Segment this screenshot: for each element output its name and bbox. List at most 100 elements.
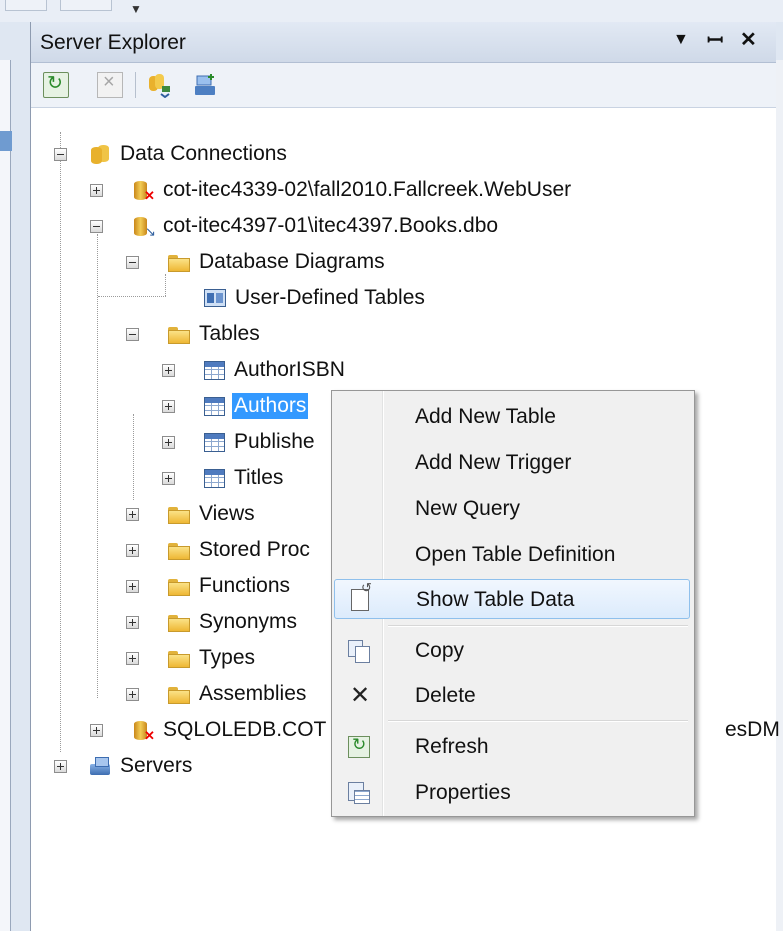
- diagram-icon: [204, 289, 226, 307]
- refresh-icon[interactable]: [43, 72, 69, 98]
- expand-toggle[interactable]: [162, 436, 175, 449]
- tree-label: Authors: [232, 393, 309, 419]
- menu-item-add-new-table[interactable]: Add New Table: [334, 397, 690, 437]
- tree-label: Database Diagrams: [199, 250, 385, 273]
- menu-item-label: Copy: [415, 639, 465, 662]
- tree-node-stored-procedures[interactable]: Stored Proc: [168, 535, 312, 565]
- menu-item-delete[interactable]: Delete: [334, 676, 690, 716]
- tree-node-connection[interactable]: cot-itec4339-02\fall2010.Fallcreek.WebUs…: [132, 175, 573, 205]
- menu-item-add-new-trigger[interactable]: Add New Trigger: [334, 443, 690, 483]
- right-dock-edge: [775, 60, 783, 931]
- show-table-data-icon: [351, 580, 372, 611]
- database-connection-error-icon: [132, 179, 155, 204]
- connect-to-database-icon[interactable]: [147, 72, 171, 99]
- tree-node-types[interactable]: Types: [168, 643, 257, 673]
- panel-title: Server Explorer: [40, 31, 186, 54]
- tree-label: cot-itec4397-01\itec4397.Books.dbo: [163, 214, 499, 237]
- toolbar-button-ghost[interactable]: [60, 0, 112, 11]
- expand-toggle[interactable]: [162, 400, 175, 413]
- context-menu: Add New Table Add New Trigger New Query …: [331, 390, 695, 817]
- menu-item-label: Show Table Data: [416, 588, 575, 611]
- tree-node-synonyms[interactable]: Synonyms: [168, 607, 299, 637]
- folder-icon: [168, 647, 190, 669]
- tree-label: Tables: [199, 322, 260, 345]
- menu-item-label: Open Table Definition: [415, 543, 616, 566]
- table-icon: [204, 432, 225, 452]
- table-icon: [204, 360, 225, 380]
- window-position-dropdown-icon[interactable]: ▼: [673, 31, 689, 49]
- delete-icon[interactable]: [97, 71, 123, 98]
- database-connection-icon: [132, 215, 156, 240]
- tree-label: Titles: [234, 466, 284, 489]
- panel-titlebar: Server Explorer ▼ ꟷ ✕: [31, 22, 776, 63]
- collapse-toggle[interactable]: [90, 220, 103, 233]
- tree-label: Functions: [199, 574, 291, 597]
- tree-node-table-selected[interactable]: Authors: [204, 391, 309, 421]
- tree-node-servers[interactable]: Servers: [89, 751, 194, 781]
- folder-icon: [168, 611, 190, 633]
- toolbar-button-ghost[interactable]: [5, 0, 47, 11]
- tree-node-database-diagrams[interactable]: Database Diagrams: [168, 247, 387, 277]
- servers-icon: [89, 755, 111, 777]
- tree-node-connection[interactable]: SQLOLEDB.COT: [132, 715, 328, 745]
- auto-hide-pin-icon[interactable]: ꟷ: [707, 26, 723, 53]
- tree-node-data-connections[interactable]: Data Connections: [89, 139, 289, 169]
- delete-icon: [348, 681, 370, 710]
- tree-node-connection[interactable]: cot-itec4397-01\itec4397.Books.dbo: [132, 211, 500, 241]
- expand-toggle[interactable]: [90, 184, 103, 197]
- expand-toggle[interactable]: [126, 616, 139, 629]
- expand-toggle[interactable]: [126, 580, 139, 593]
- tree-label: Synonyms: [199, 610, 298, 633]
- tree-label: User-Defined Tables: [235, 286, 425, 309]
- expand-toggle[interactable]: [126, 544, 139, 557]
- connect-to-server-icon[interactable]: [193, 72, 217, 96]
- collapse-toggle[interactable]: [126, 256, 139, 269]
- tree-label: Publishe: [234, 430, 315, 453]
- tree-node-table[interactable]: Publishe: [204, 427, 317, 457]
- menu-item-label: Add New Trigger: [415, 451, 572, 474]
- tree-node-views[interactable]: Views: [168, 499, 257, 529]
- copy-icon: [348, 640, 370, 663]
- data-connections-icon: [89, 143, 111, 165]
- menu-item-label: Add New Table: [415, 405, 556, 428]
- folder-icon: [168, 251, 190, 273]
- folder-icon: [168, 575, 190, 597]
- collapse-toggle[interactable]: [126, 328, 139, 341]
- tree-label-tail: esDM: [725, 718, 780, 741]
- menu-item-label: Properties: [415, 781, 511, 804]
- menu-item-properties[interactable]: Properties: [334, 773, 690, 813]
- menu-item-copy[interactable]: Copy: [334, 631, 690, 671]
- tree-label: Stored Proc: [199, 538, 310, 561]
- left-dock-tab-marker[interactable]: [0, 131, 12, 151]
- folder-icon: [168, 503, 190, 525]
- expand-toggle[interactable]: [126, 652, 139, 665]
- tree-label: Data Connections: [120, 142, 287, 165]
- menu-item-refresh[interactable]: Refresh: [334, 727, 690, 767]
- tree-node-table[interactable]: AuthorISBN: [204, 355, 347, 385]
- expand-toggle[interactable]: [162, 472, 175, 485]
- expand-toggle[interactable]: [54, 760, 67, 773]
- tree-node-assemblies[interactable]: Assemblies: [168, 679, 308, 709]
- tree-node-tables[interactable]: Tables: [168, 319, 262, 349]
- tree-label: cot-itec4339-02\fall2010.Fallcreek.WebUs…: [163, 178, 572, 201]
- expand-toggle[interactable]: [126, 508, 139, 521]
- menu-item-label: Delete: [415, 684, 476, 707]
- close-icon[interactable]: ✕: [740, 27, 757, 52]
- collapse-toggle[interactable]: [54, 148, 67, 161]
- table-icon: [204, 396, 225, 416]
- menu-item-label: New Query: [415, 497, 521, 520]
- tree-label-overflow: esDM: [723, 715, 782, 745]
- toolbar-dropdown-icon[interactable]: ▼: [130, 2, 142, 16]
- menu-item-open-table-definition[interactable]: Open Table Definition: [334, 535, 690, 575]
- panel-toolbar: [31, 63, 776, 108]
- menu-item-label: Refresh: [415, 735, 489, 758]
- tree-label: SQLOLEDB.COT: [163, 718, 327, 741]
- menu-item-show-table-data[interactable]: Show Table Data: [334, 579, 690, 619]
- expand-toggle[interactable]: [126, 688, 139, 701]
- expand-toggle[interactable]: [162, 364, 175, 377]
- expand-toggle[interactable]: [90, 724, 103, 737]
- tree-node-diagram[interactable]: User-Defined Tables: [204, 283, 427, 313]
- menu-item-new-query[interactable]: New Query: [334, 489, 690, 529]
- tree-node-table[interactable]: Titles: [204, 463, 285, 493]
- tree-node-functions[interactable]: Functions: [168, 571, 292, 601]
